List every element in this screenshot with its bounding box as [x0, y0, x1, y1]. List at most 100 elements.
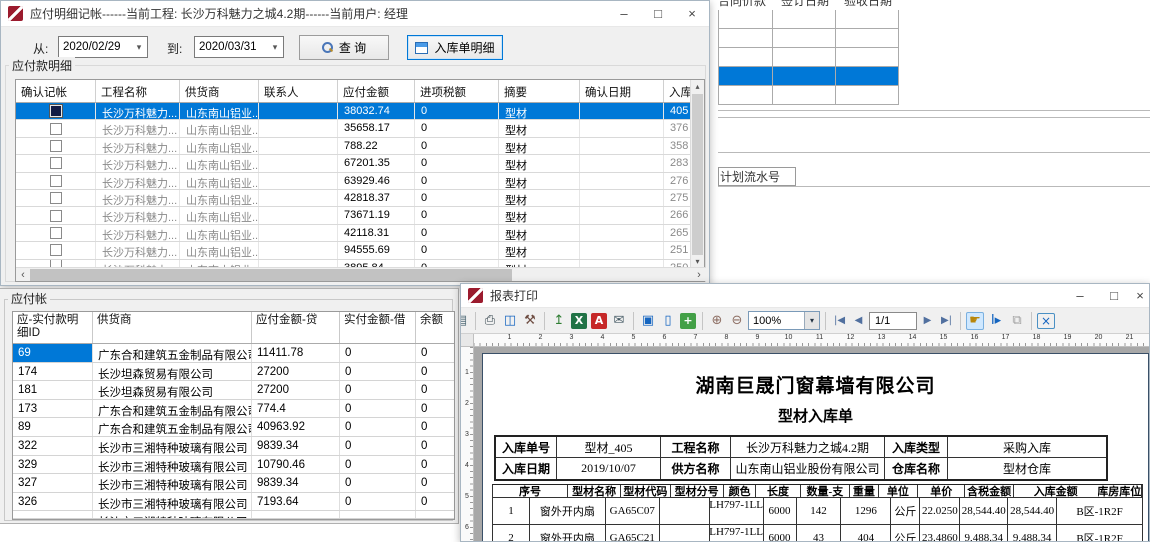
copy-pages-icon[interactable]: ⧉	[1008, 312, 1026, 330]
table-row[interactable]: 327 长沙市三湘特种玻璃有限公司 9839.34 0 0	[13, 474, 454, 493]
text-select-icon[interactable]: I▸	[987, 312, 1005, 330]
table-row[interactable]: 326 长沙市三湘特种玻璃有限公司 7193.64 0 0	[13, 493, 454, 512]
tools-icon[interactable]: ⚒	[521, 312, 539, 330]
query-button[interactable]: 查 询	[299, 35, 389, 60]
zoom-out-icon[interactable]: ⊖	[728, 312, 746, 330]
page-icon[interactable]: ▯	[659, 312, 677, 330]
confirm-checkbox[interactable]	[50, 140, 62, 152]
minimize-button[interactable]: –	[1063, 283, 1097, 309]
column-header[interactable]: 工程名称	[96, 80, 180, 102]
vertical-scrollbar[interactable]: ▴ ▾	[690, 80, 704, 269]
table-row[interactable]: 长沙万科魅力... 山东南山铝业... 42118.31 0 型材 265	[16, 225, 704, 242]
confirm-checkbox[interactable]	[50, 157, 62, 169]
table-row[interactable]: 69 广东合和建筑五金制品有限公司 11411.78 0 0	[13, 344, 454, 363]
column-header[interactable]: 应-实付款明细ID	[13, 312, 93, 343]
scroll-up-icon[interactable]: ▴	[691, 80, 704, 94]
table-row[interactable]: 长沙万科魅力... 山东南山铝业... 38032.74 0 型材 405	[16, 103, 704, 120]
to-date-select[interactable]: 2020/03/31 ▾	[194, 36, 284, 58]
ruler-mark: 2	[525, 334, 556, 346]
contract-column-header[interactable]: 合同价款	[718, 0, 781, 10]
contract-column-header[interactable]: 签订日期	[781, 0, 844, 10]
table-row[interactable]: 181 长沙坦森贸易有限公司 27200 0 0	[13, 381, 454, 400]
scroll-left-icon[interactable]: ‹	[16, 269, 30, 281]
table-row[interactable]	[718, 10, 899, 29]
excel-export-icon[interactable]: X	[571, 313, 587, 329]
maximize-button[interactable]: □	[641, 1, 675, 27]
confirm-checkbox[interactable]	[50, 175, 62, 187]
first-page-icon[interactable]: |◀	[831, 315, 848, 326]
table-row[interactable]: 长沙万科魅力... 山东南山铝业... 35658.17 0 型材 376	[16, 120, 704, 137]
column-header[interactable]: 联系人	[259, 80, 338, 102]
table-row[interactable]: 长沙万科魅力... 山东南山铝业... 73671.19 0 型材 266	[16, 207, 704, 224]
table-cell	[259, 207, 338, 223]
inbound-detail-button[interactable]: 入库单明细	[407, 35, 503, 60]
add-page-icon[interactable]: +	[680, 313, 696, 329]
column-header[interactable]: 供货商	[180, 80, 259, 102]
column-header[interactable]: 确认日期	[580, 80, 664, 102]
zoom-select[interactable]: 100% ▾	[748, 311, 820, 330]
close-button[interactable]: ×	[1131, 283, 1149, 309]
minimize-button[interactable]: –	[607, 1, 641, 27]
confirm-checkbox[interactable]	[50, 227, 62, 239]
prev-page-icon[interactable]: ◀	[850, 315, 867, 326]
book-icon[interactable]: ◫	[501, 312, 519, 330]
table-cell: 173	[13, 400, 93, 418]
hand-tool-icon[interactable]: ☛	[966, 312, 984, 330]
mail-icon[interactable]: ✉	[610, 312, 628, 330]
export-icon[interactable]: ↥	[550, 312, 568, 330]
confirm-checkbox[interactable]	[50, 244, 62, 256]
maximize-button[interactable]: □	[1097, 283, 1131, 309]
table-row[interactable]: 322 长沙市三湘特种玻璃有限公司 9839.34 0 0	[13, 437, 454, 456]
table-row[interactable]: 173 广东合和建筑五金制品有限公司 774.4 0 0	[13, 400, 454, 419]
close-button[interactable]: ×	[675, 1, 709, 27]
desktop: 合同价款签订日期验收日期 计划流水号 应付明细记帐------当前工程: 长沙万…	[0, 0, 1150, 542]
horizontal-scrollbar[interactable]: ‹ ›	[16, 267, 706, 281]
table-row[interactable]: 长沙万科魅力... 山东南山铝业... 788.22 0 型材 358	[16, 138, 704, 155]
column-header[interactable]: 入库	[664, 80, 692, 102]
column-header[interactable]: 应付金额	[338, 80, 415, 102]
contract-column-header[interactable]: 验收日期	[844, 0, 892, 10]
page-indicator[interactable]: 1/1	[869, 312, 917, 330]
page-setup-icon[interactable]: ▤	[461, 312, 470, 330]
table-body: 长沙万科魅力... 山东南山铝业... 38032.74 0 型材 405 长沙…	[16, 103, 704, 269]
table-row[interactable]: 长沙万科魅力... 山东南山铝业... 42818.37 0 型材 275	[16, 190, 704, 207]
table-row[interactable]	[718, 48, 899, 67]
confirm-checkbox[interactable]	[50, 210, 62, 222]
column-header[interactable]: 摘要	[499, 80, 580, 102]
scrollbar-thumb[interactable]	[692, 94, 703, 255]
confirm-checkbox[interactable]	[50, 123, 62, 135]
column-header[interactable]: 应付金额-贷	[252, 312, 340, 343]
table-row[interactable]: 174 长沙坦森贸易有限公司 27200 0 0	[13, 363, 454, 382]
table-cell: 40963.92	[252, 418, 340, 436]
table-row[interactable]	[718, 29, 899, 48]
selected-table-row[interactable]	[718, 67, 899, 86]
report-form-title: 型材入库单	[483, 405, 1148, 426]
table-cell	[259, 173, 338, 189]
confirm-checkbox[interactable]	[50, 192, 62, 204]
column-header[interactable]: 进项税额	[415, 80, 499, 102]
confirm-checkbox[interactable]	[50, 105, 62, 117]
print-icon[interactable]: ⎙	[481, 312, 499, 330]
column-header[interactable]: 供货商	[93, 312, 252, 343]
scroll-right-icon[interactable]: ›	[692, 269, 706, 281]
item-cell	[660, 525, 710, 541]
last-page-icon[interactable]: ▶|	[938, 315, 955, 326]
table-row[interactable]: 329 长沙市三湘特种玻璃有限公司 10790.46 0 0	[13, 456, 454, 475]
column-header[interactable]: 实付金额-借	[340, 312, 416, 343]
pdf-export-icon[interactable]: A	[591, 313, 607, 329]
table-row[interactable]: 长沙万科魅力... 山东南山铝业... 67201.35 0 型材 283	[16, 155, 704, 172]
from-date-select[interactable]: 2020/02/29 ▾	[58, 36, 148, 58]
table-row[interactable]: 长沙万科魅力... 山东南山铝业... 63929.46 0 型材 276	[16, 173, 704, 190]
scrollbar-thumb[interactable]	[30, 269, 512, 281]
close-preview-icon[interactable]: ×	[1037, 313, 1055, 329]
table-row[interactable]: 长沙万科魅力... 山东南山铝业... 94555.69 0 型材 251	[16, 242, 704, 259]
table-row[interactable]	[718, 86, 899, 105]
column-header[interactable]: 确认记帐	[16, 80, 96, 102]
table-row[interactable]: 89 广东合和建筑五金制品有限公司 40963.92 0 0	[13, 418, 454, 437]
table-row[interactable]: 长沙市三湘特种玻璃有限公司	[13, 511, 454, 519]
zoom-in-icon[interactable]: ⊕	[708, 312, 726, 330]
info-value: 2019/10/07	[557, 458, 661, 479]
next-page-icon[interactable]: ▶	[919, 315, 936, 326]
save-icon[interactable]: ▣	[639, 312, 657, 330]
column-header[interactable]: 余额	[416, 312, 454, 343]
